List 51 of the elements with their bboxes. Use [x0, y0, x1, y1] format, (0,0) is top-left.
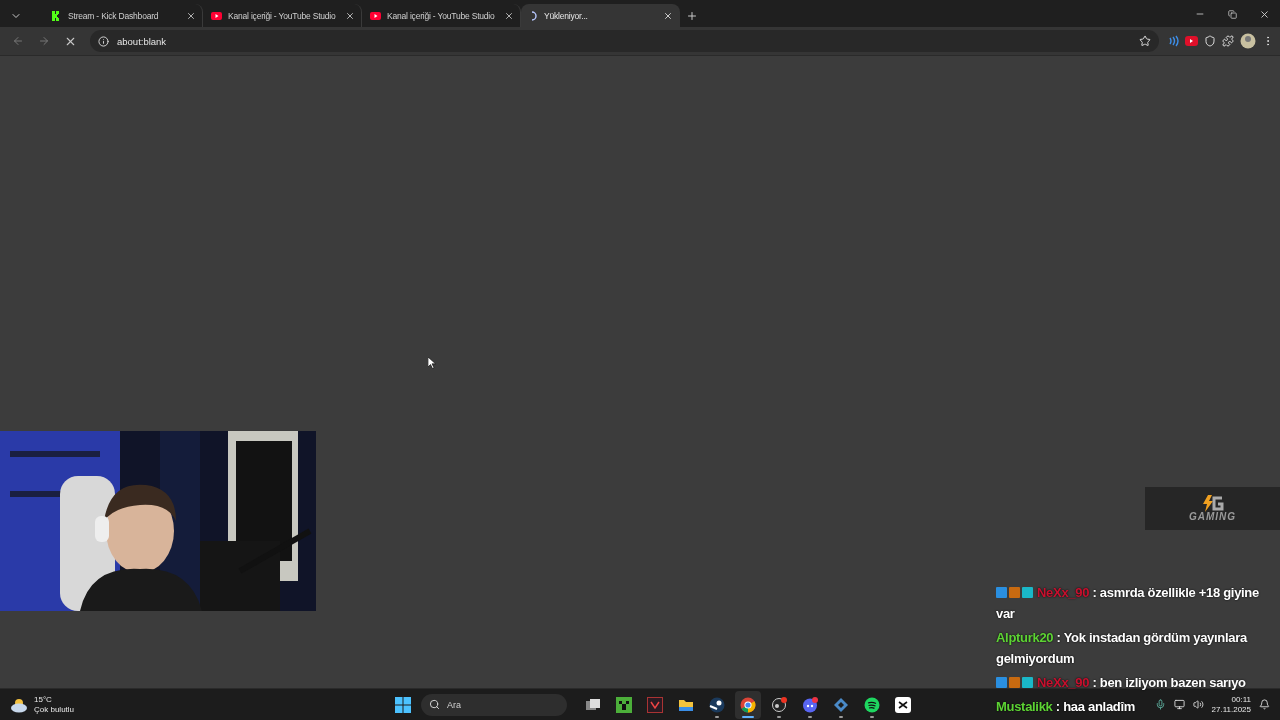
cube-icon — [833, 696, 849, 713]
obs-icon — [771, 696, 787, 713]
close-icon[interactable] — [504, 10, 514, 21]
search-icon — [429, 698, 440, 710]
close-icon[interactable] — [663, 10, 673, 21]
avatar-icon[interactable] — [1240, 33, 1256, 49]
network-icon[interactable] — [1173, 699, 1185, 710]
cursor-icon — [428, 357, 436, 369]
info-icon — [98, 35, 109, 47]
weather-condition: Çok bulutlu — [34, 704, 75, 715]
close-icon[interactable] — [186, 10, 196, 21]
spinner-icon — [529, 10, 538, 21]
volume-icon[interactable] — [1192, 699, 1204, 710]
play-icon — [370, 11, 381, 20]
capcut-icon — [895, 696, 911, 713]
v-logo-icon — [647, 696, 663, 713]
notification-icon[interactable] — [1259, 699, 1270, 710]
k-logo-icon — [52, 10, 62, 21]
cloud-icon — [10, 696, 28, 713]
search-field[interactable]: Ara — [421, 693, 567, 716]
waves-icon[interactable] — [1167, 35, 1179, 47]
extensions-icon[interactable] — [1222, 35, 1234, 47]
logo-banner: GAMING — [1145, 487, 1280, 530]
play-icon[interactable] — [1185, 36, 1198, 46]
creeper-icon — [616, 696, 632, 713]
task-view-icon — [585, 696, 601, 713]
close-icon[interactable] — [345, 10, 355, 21]
lightning-icon — [1201, 495, 1224, 512]
arrow-left-icon — [12, 35, 24, 47]
taskbar-app[interactable] — [735, 690, 761, 719]
plus-icon — [686, 10, 698, 22]
steam-icon — [709, 696, 725, 713]
browser-tab[interactable]: Yükleniyor... — [521, 4, 680, 27]
chat-message: Mustalikk : haa anladîm — [996, 698, 1136, 716]
discord-icon — [802, 696, 818, 713]
chat-message: NeXx_90 : ben izliyom bazen sarıyo — [996, 672, 1246, 693]
windows-icon — [395, 696, 411, 713]
play-icon — [211, 11, 222, 20]
microphone-icon[interactable] — [1154, 699, 1166, 710]
close-icon — [1258, 8, 1270, 20]
arrow-right-icon — [38, 35, 50, 47]
shield-icon[interactable] — [1204, 35, 1216, 47]
chrome-icon — [740, 696, 756, 713]
spotify-icon — [864, 696, 880, 713]
chat-message: NeXx_90 : asmrda özellikle +18 giyine var — [996, 584, 1260, 623]
restore-icon — [1227, 9, 1237, 19]
clock-time: 00:11 — [1231, 694, 1251, 705]
temperature: 15°C — [34, 694, 53, 705]
address-bar[interactable]: about:blank — [90, 30, 1159, 52]
clock-date: 27.11.2025 — [1211, 704, 1251, 715]
star-icon[interactable] — [1139, 35, 1151, 47]
